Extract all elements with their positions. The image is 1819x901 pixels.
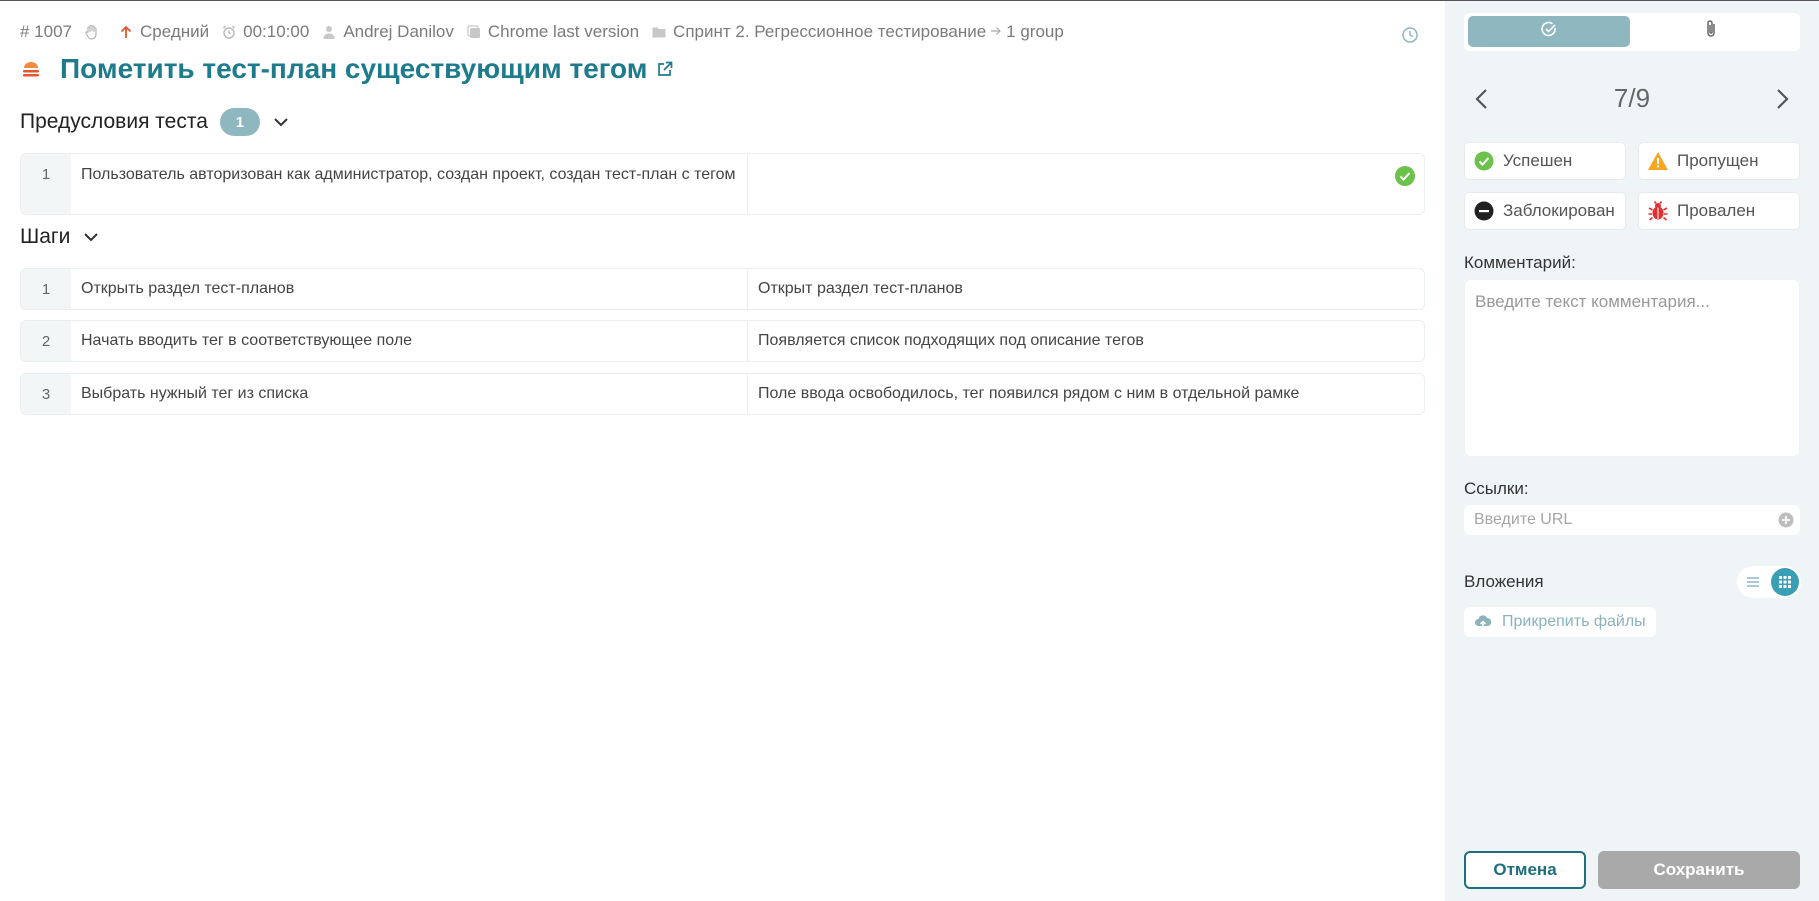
- execution-panel: 7/9 Успешен Пропущен Заблокирован Провал…: [1445, 1, 1819, 901]
- plus-circle-icon[interactable]: [1778, 512, 1794, 528]
- hand-icon: [84, 24, 100, 40]
- steps-label: Шаги: [20, 225, 71, 248]
- status-passed-button[interactable]: Успешен: [1464, 142, 1626, 180]
- group-name[interactable]: 1 group: [1006, 22, 1064, 42]
- step-number: 3: [21, 374, 71, 414]
- preconditions-label: Предусловия теста: [20, 110, 208, 133]
- assignee: Andrej Danilov: [321, 22, 454, 42]
- grid-view-icon[interactable]: [1771, 568, 1799, 596]
- step-expected: Открыт раздел тест-планов: [758, 280, 963, 297]
- estimate: 00:10:00: [221, 22, 309, 42]
- precondition-result: [748, 154, 1424, 214]
- bug-icon: [1647, 200, 1669, 222]
- check-circle-icon: [1473, 150, 1495, 172]
- estimate-value: 00:10:00: [243, 22, 310, 41]
- path-arrow-icon: [990, 22, 1002, 42]
- step-row: 2 Начать вводить тег в соответствующее п…: [20, 320, 1425, 362]
- test-id: # 1007: [20, 22, 72, 41]
- history-clock-icon[interactable]: [1401, 26, 1419, 44]
- status-failed-label: Провален: [1677, 201, 1756, 220]
- attach-files-label: Прикрепить файлы: [1502, 613, 1646, 630]
- cloud-upload-icon: [1474, 613, 1492, 631]
- status-failed-button[interactable]: Провален: [1638, 192, 1800, 230]
- minus-circle-icon: [1473, 200, 1495, 222]
- comment-textarea[interactable]: Введите текст комментария...: [1464, 279, 1800, 457]
- preconditions-count-badge: 1: [219, 108, 260, 136]
- status-blocked-button[interactable]: Заблокирован: [1464, 192, 1626, 230]
- title-row: Пометить тест-план существующим тегом: [22, 53, 674, 85]
- step-expected: Появляется список подходящих под описани…: [758, 332, 1144, 349]
- attachments-label: Вложения: [1464, 572, 1544, 591]
- alarm-clock-icon: [221, 24, 237, 40]
- suite-path[interactable]: Спринт 2. Регрессионное тестирование 1 g…: [651, 22, 1064, 42]
- chevron-down-icon[interactable]: [82, 228, 100, 246]
- list-view-icon[interactable]: [1741, 570, 1765, 594]
- precondition-row: 1 Пользователь авторизован как администр…: [20, 153, 1425, 215]
- warning-icon: [1647, 150, 1669, 172]
- environment-name: Chrome last version: [487, 22, 640, 41]
- steps-header[interactable]: Шаги: [20, 225, 100, 249]
- test-meta-bar: # 1007 Средний 00:10:00 Andrej Danilov C…: [20, 22, 1076, 42]
- priority-bars-icon: [22, 60, 40, 78]
- url-placeholder: Введите URL: [1474, 511, 1573, 528]
- panel-tabs: [1464, 13, 1800, 51]
- priority: Средний: [118, 22, 209, 42]
- pager-count: 7/9: [1613, 83, 1651, 113]
- links-label: Ссылки:: [1464, 479, 1529, 498]
- check-circle-outline-icon: [1540, 20, 1558, 43]
- user-icon: [321, 24, 337, 40]
- comment-label: Комментарий:: [1464, 253, 1576, 272]
- url-input[interactable]: Введите URL: [1464, 505, 1800, 535]
- step-number: 2: [21, 321, 71, 361]
- suite-name[interactable]: Спринт 2. Регрессионное тестирование: [673, 22, 986, 42]
- step-action: Открыть раздел тест-планов: [71, 269, 748, 309]
- tab-result[interactable]: [1468, 16, 1630, 47]
- tab-attachments[interactable]: [1700, 19, 1722, 44]
- step-action: Начать вводить тег в соответствующее пол…: [71, 321, 748, 361]
- precondition-text: Пользователь авторизован как администрат…: [71, 154, 748, 214]
- assignee-name: Andrej Danilov: [343, 22, 454, 41]
- environment: Chrome last version: [466, 22, 639, 42]
- status-blocked-label: Заблокирован: [1503, 201, 1615, 220]
- external-link-icon[interactable]: [656, 60, 674, 78]
- test-pager: 7/9: [1464, 81, 1800, 117]
- folder-icon: [651, 24, 667, 40]
- page-title: Пометить тест-план существующим тегом: [60, 53, 648, 84]
- test-case-view: # 1007 Средний 00:10:00 Andrej Danilov C…: [0, 1, 1445, 901]
- step-row: 1 Открыть раздел тест-планов Открыт разд…: [20, 268, 1425, 310]
- copy-icon: [466, 24, 482, 40]
- step-expected: Поле ввода освободилось, тег появился ря…: [758, 385, 1300, 402]
- arrow-up-icon: [118, 24, 134, 40]
- paperclip-icon: [1703, 19, 1719, 44]
- status-skipped-button[interactable]: Пропущен: [1638, 142, 1800, 180]
- step-row: 3 Выбрать нужный тег из списка Поле ввод…: [20, 373, 1425, 415]
- step-number: 1: [21, 269, 71, 309]
- chevron-down-icon[interactable]: [272, 113, 290, 131]
- attach-files-button[interactable]: Прикрепить файлы: [1464, 607, 1656, 637]
- step-action: Выбрать нужный тег из списка: [71, 374, 748, 414]
- manual-test-indicator: [84, 24, 106, 40]
- priority-label: Средний: [140, 22, 210, 41]
- chevron-right-icon[interactable]: [1770, 85, 1794, 113]
- status-skipped-label: Пропущен: [1677, 151, 1759, 170]
- attachments-view-toggle: [1737, 566, 1801, 598]
- preconditions-header[interactable]: Предусловия теста 1: [20, 108, 290, 136]
- check-circle-icon[interactable]: [1394, 165, 1416, 187]
- status-passed-label: Успешен: [1503, 151, 1573, 170]
- cancel-button[interactable]: Отмена: [1464, 851, 1586, 889]
- precondition-number: 1: [21, 154, 71, 214]
- save-button[interactable]: Сохранить: [1598, 851, 1800, 889]
